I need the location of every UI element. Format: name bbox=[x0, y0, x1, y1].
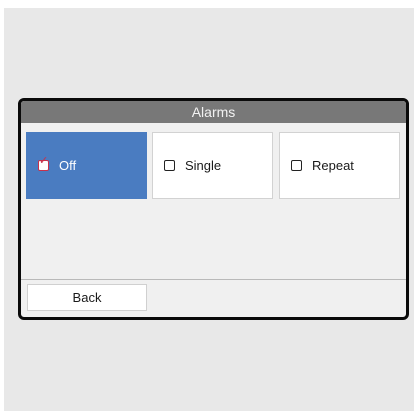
footer-divider bbox=[21, 279, 406, 280]
checkbox-icon bbox=[164, 160, 175, 171]
option-off[interactable]: ✓ Off bbox=[26, 132, 147, 199]
option-single[interactable]: Single bbox=[152, 132, 273, 199]
option-repeat-label: Repeat bbox=[312, 158, 354, 173]
back-button[interactable]: Back bbox=[27, 284, 147, 311]
checkbox-icon bbox=[291, 160, 302, 171]
option-off-label: Off bbox=[59, 158, 77, 173]
checkbox-checked-icon: ✓ bbox=[38, 155, 49, 171]
option-single-label: Single bbox=[185, 158, 222, 173]
dialog-title: Alarms bbox=[21, 101, 406, 123]
alarms-dialog: Alarms ✓ Off Single Repeat Back bbox=[18, 98, 409, 320]
option-repeat[interactable]: Repeat bbox=[279, 132, 400, 199]
